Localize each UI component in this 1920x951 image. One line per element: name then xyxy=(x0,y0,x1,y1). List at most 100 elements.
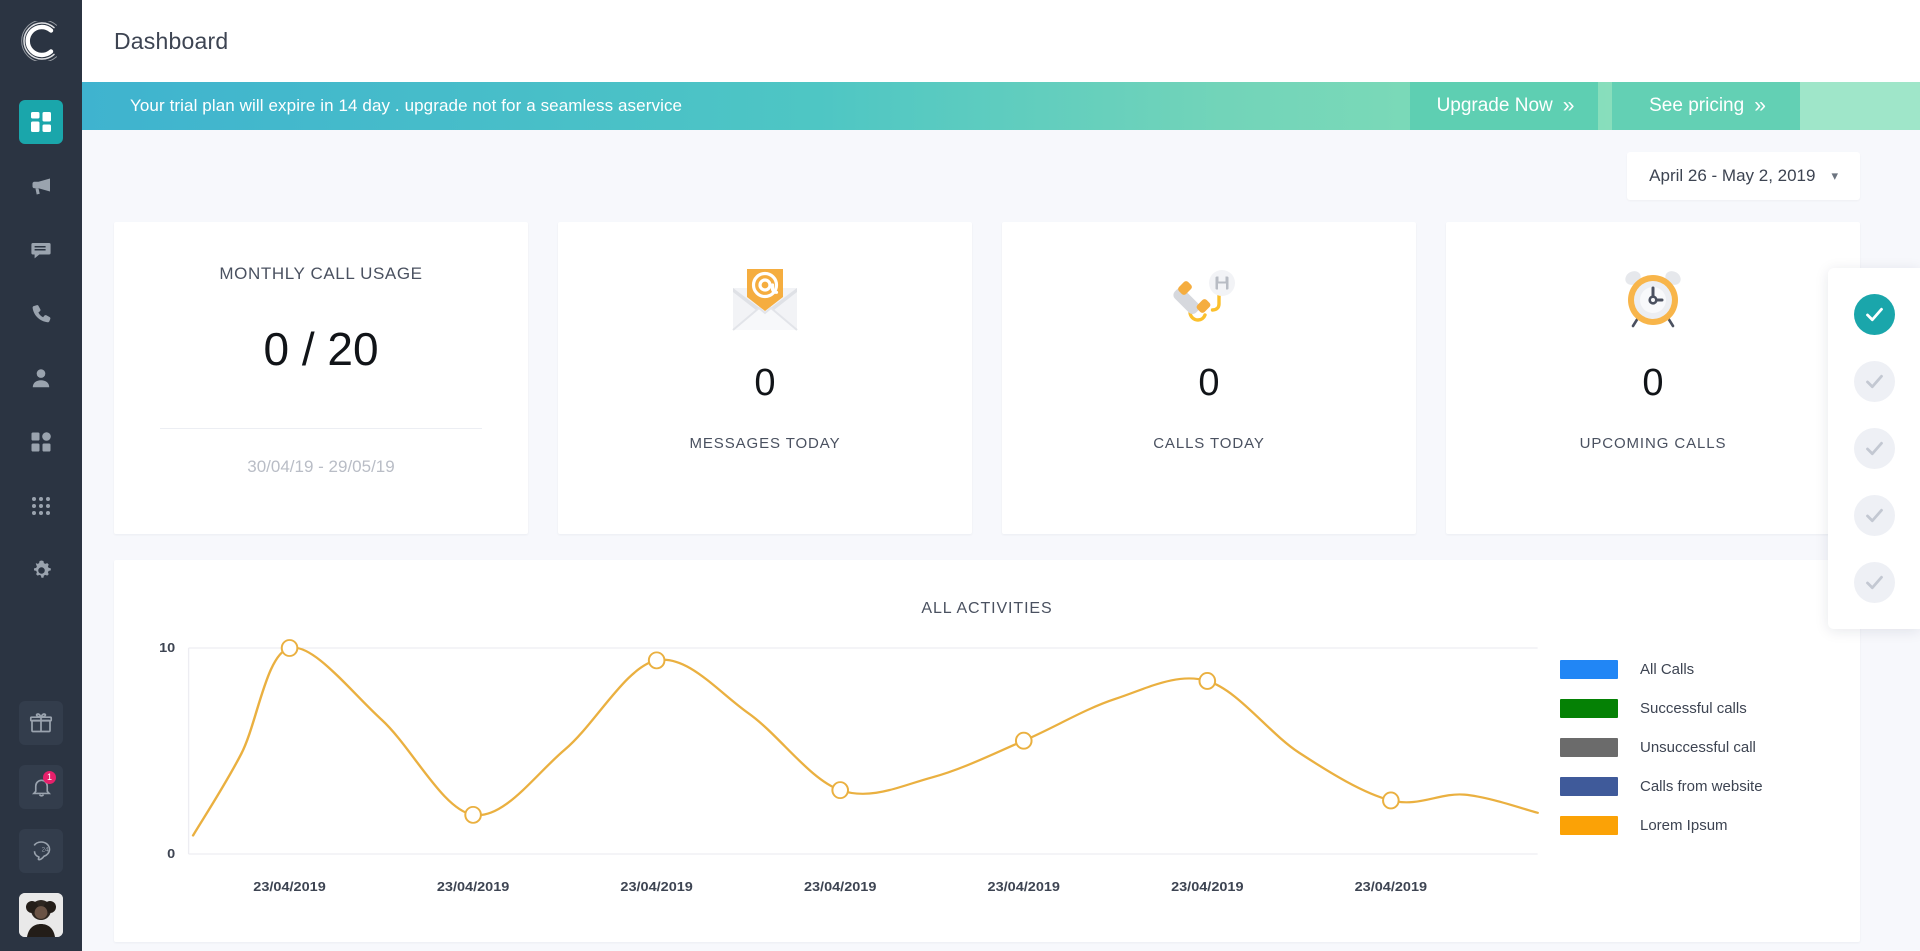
chart-data-point[interactable] xyxy=(1382,791,1400,810)
check-icon xyxy=(1865,508,1883,523)
legend-label: All Calls xyxy=(1640,661,1695,678)
circular-c-logo-icon xyxy=(21,21,57,61)
check-icon xyxy=(1865,441,1883,456)
chart-data-point[interactable] xyxy=(831,781,850,800)
sidebar-nav-bottom: 1 24 xyxy=(0,701,82,941)
messages-today-card: 0 MESSAGES TODAY xyxy=(558,222,972,534)
check-icon xyxy=(1865,307,1883,322)
chat-bubble-icon xyxy=(31,243,51,259)
usage-card-value: 0 / 20 xyxy=(263,323,379,375)
divider xyxy=(159,428,483,429)
checklist-step-1[interactable] xyxy=(1853,294,1895,335)
legend-swatch xyxy=(1560,816,1618,835)
legend-item[interactable]: Successful calls xyxy=(1560,699,1860,718)
legend-swatch xyxy=(1560,699,1618,718)
date-filter-row: April 26 - May 2, 2019 ▾ xyxy=(82,130,1920,200)
sidebar-item-support[interactable]: 24 xyxy=(19,829,63,873)
see-pricing-label: See pricing xyxy=(1649,95,1745,116)
page-title: Dashboard xyxy=(114,27,229,54)
legend-label: Successful calls xyxy=(1640,700,1747,717)
trial-banner-message: Your trial plan will expire in 14 day . … xyxy=(130,96,683,115)
upcoming-calls-card: 0 UPCOMING CALLS xyxy=(1446,222,1860,534)
upgrade-now-label: Upgrade Now xyxy=(1436,95,1553,116)
monthly-call-usage-card: MONTHLY CALL USAGE 0 / 20 30/04/19 - 29/… xyxy=(114,222,528,534)
chart-plot-area[interactable]: 0 10 23/04/2019 23/04/2019 23/04/2019 23/04/… xyxy=(114,636,1560,918)
calls-today-card: 0 CALLS TODAY xyxy=(1002,222,1416,534)
chart-data-point[interactable] xyxy=(1198,672,1217,690)
dots-grid-icon xyxy=(32,497,50,515)
sidebar-item-keypad[interactable] xyxy=(19,484,63,528)
sidebar-item-integrations[interactable] xyxy=(19,420,63,464)
support-24-icon: 24 xyxy=(33,841,51,861)
user-icon xyxy=(32,369,50,388)
chevron-down-icon: ▾ xyxy=(1831,168,1838,183)
x-axis-tick: 23/04/2019 xyxy=(1171,880,1244,894)
usage-card-range: 30/04/19 - 29/05/19 xyxy=(247,457,395,476)
calls-today-label: CALLS TODAY xyxy=(1153,435,1265,452)
legend-label: Unsuccessful call xyxy=(1640,739,1756,756)
x-axis-tick: 23/04/2019 xyxy=(620,880,693,894)
x-axis-tick: 23/04/2019 xyxy=(804,880,877,894)
chart-data-point[interactable] xyxy=(280,639,299,657)
sidebar-item-rewards[interactable] xyxy=(19,701,63,745)
activity-line-chart: 0 10 xyxy=(159,639,1539,861)
checklist-step-5[interactable] xyxy=(1853,562,1895,603)
gift-icon xyxy=(29,713,53,733)
apps-squares-icon xyxy=(31,432,51,452)
chevron-right-icon: » xyxy=(1754,94,1766,117)
sidebar-item-contacts[interactable] xyxy=(19,356,63,400)
sidebar: 1 24 xyxy=(0,0,82,951)
checklist-step-3[interactable] xyxy=(1853,428,1895,469)
onboarding-checklist xyxy=(1828,268,1920,629)
phone-handset-icon xyxy=(32,305,51,323)
gear-icon xyxy=(33,560,51,578)
see-pricing-button[interactable]: See pricing » xyxy=(1612,82,1800,130)
chart-legend: All Calls Successful calls Unsuccessful ca… xyxy=(1560,636,1860,918)
upgrade-now-button[interactable]: Upgrade Now » xyxy=(1410,82,1598,130)
legend-swatch xyxy=(1560,660,1618,679)
checklist-step-4[interactable] xyxy=(1853,495,1895,536)
notification-badge: 1 xyxy=(43,771,56,784)
date-range-value: April 26 - May 2, 2019 xyxy=(1649,166,1816,185)
dashboard-grid-icon xyxy=(31,112,51,132)
app-root: 1 24 Dashboard Your trial plan will expi… xyxy=(0,0,1920,951)
sidebar-item-settings[interactable] xyxy=(19,548,63,592)
legend-label: Calls from website xyxy=(1640,778,1763,795)
chart-data-point[interactable] xyxy=(464,805,482,824)
phone-save-icon xyxy=(1172,264,1246,334)
messages-today-label: MESSAGES TODAY xyxy=(689,435,841,452)
upcoming-calls-value: 0 xyxy=(1642,362,1664,404)
chart-data-point[interactable] xyxy=(1014,731,1033,750)
main-content: Dashboard Your trial plan will expire in… xyxy=(82,0,1920,951)
legend-item[interactable]: Lorem Ipsum xyxy=(1560,816,1860,835)
kpi-card-row: MONTHLY CALL USAGE 0 / 20 30/04/19 - 29/… xyxy=(82,200,1920,534)
legend-item[interactable]: All Calls xyxy=(1560,660,1860,679)
legend-item[interactable]: Calls from website xyxy=(1560,777,1860,796)
messages-today-value: 0 xyxy=(754,362,776,404)
legend-label: Lorem Ipsum xyxy=(1640,817,1728,834)
x-axis-tick: 23/04/2019 xyxy=(437,880,510,894)
usage-card-title: MONTHLY CALL USAGE xyxy=(219,264,423,283)
check-icon xyxy=(1865,374,1883,389)
sidebar-item-campaigns[interactable] xyxy=(19,164,63,208)
sidebar-item-dashboard[interactable] xyxy=(19,100,63,144)
profile-avatar[interactable] xyxy=(19,893,63,937)
checklist-step-2[interactable] xyxy=(1853,361,1895,402)
sidebar-nav-top xyxy=(19,100,63,612)
avatar-icon xyxy=(19,893,63,937)
app-logo[interactable] xyxy=(0,0,82,82)
legend-item[interactable]: Unsuccessful call xyxy=(1560,738,1860,757)
sidebar-item-notifications[interactable]: 1 xyxy=(19,765,63,809)
top-bar: Dashboard xyxy=(82,0,1920,82)
calls-today-value: 0 xyxy=(1198,362,1220,404)
date-range-picker[interactable]: April 26 - May 2, 2019 ▾ xyxy=(1627,152,1860,200)
banner-tail xyxy=(1800,82,1920,130)
trial-banner: Your trial plan will expire in 14 day . … xyxy=(82,82,1920,130)
chart-data-point[interactable] xyxy=(647,651,666,670)
sidebar-item-messages[interactable] xyxy=(19,228,63,272)
chart-x-axis: 23/04/2019 23/04/2019 23/04/2019 23/04/2019… xyxy=(253,880,1427,894)
chart-title: ALL ACTIVITIES xyxy=(921,600,1053,617)
sidebar-item-calls[interactable] xyxy=(19,292,63,336)
chevron-right-icon: » xyxy=(1562,94,1575,117)
alarm-clock-icon xyxy=(1618,264,1688,334)
